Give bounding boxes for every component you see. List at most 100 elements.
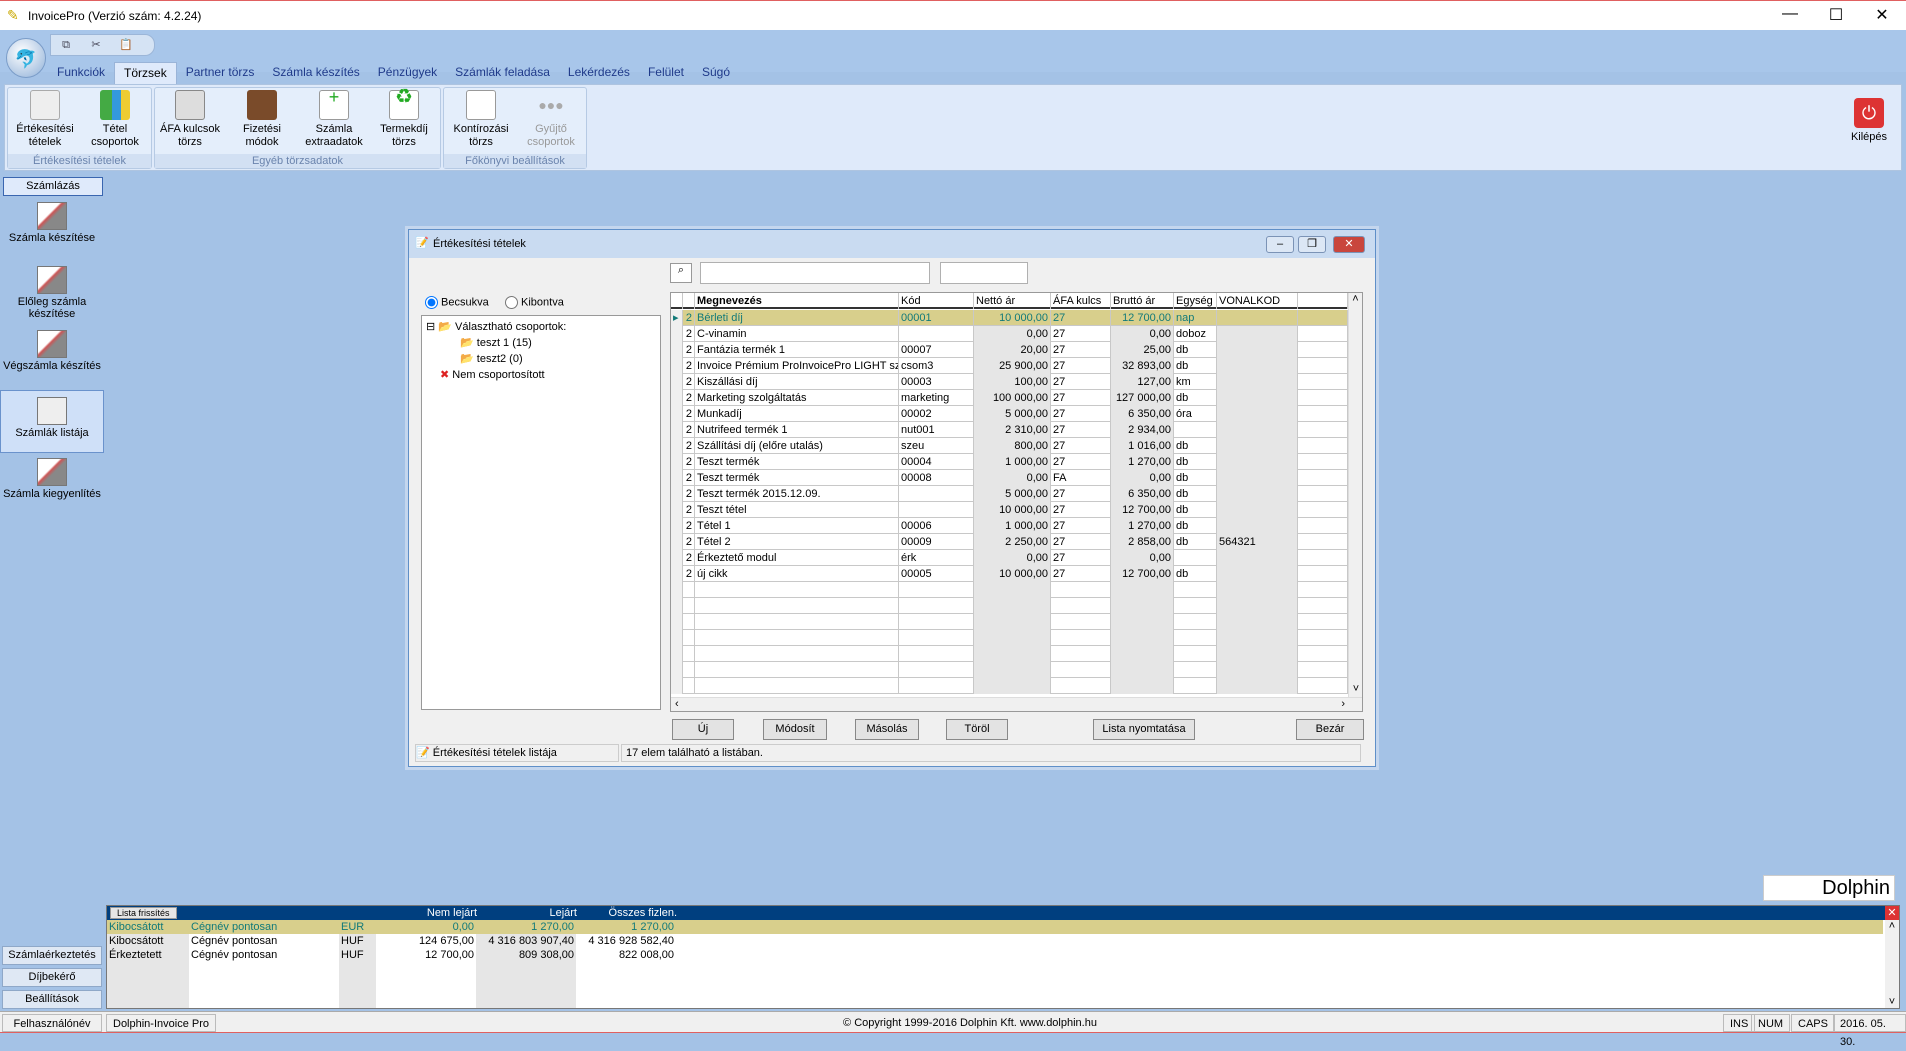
column-header[interactable]: Kód (899, 293, 974, 309)
summary-cell: 124 675,00 (418, 935, 474, 947)
vertical-scrollbar[interactable]: ˄ ˅ (1348, 293, 1362, 697)
delete-button[interactable]: Töröl (946, 719, 1008, 740)
table-cell (1217, 502, 1298, 518)
summary-row[interactable]: Kibocsátott Cégnév pontosan EUR 0,00 1 270,0… (107, 920, 1883, 934)
summary-row[interactable]: Kibocsátott Cégnév pontosan HUF 124 675,00 4… (107, 934, 1883, 948)
table-row[interactable] (671, 598, 1351, 614)
copy-icon[interactable]: ⧉ (51, 35, 81, 55)
table-row[interactable]: 2 Kiszállási díj 00003 100,00 27 127,00 km (671, 374, 1351, 390)
table-row[interactable]: 2 Tétel 1 00006 1 000,00 27 1 270,00 db (671, 518, 1351, 534)
dialog-minimize-button[interactable]: – (1266, 236, 1294, 253)
sidebar-item-szamla-kiegyenlites[interactable]: Számla kiegyenlítés (0, 458, 104, 500)
table-row[interactable]: 2 Invoice Prémium ProInvoicePro LIGHT szá… (671, 358, 1351, 374)
table-cell: 564321 (1217, 534, 1298, 550)
filter-icon[interactable]: ⌕ (670, 263, 692, 283)
column-header[interactable]: VONALKOD (1217, 293, 1298, 309)
table-row[interactable]: ▸ 2 Bérleti díj 00001 10 000,00 27 12 700,00 na… (671, 310, 1351, 326)
column-header[interactable]: Nettó ár (974, 293, 1051, 309)
copy-button[interactable]: Másolás (855, 719, 919, 740)
refresh-list-button[interactable]: Lista frissítés (110, 907, 177, 919)
paste-icon[interactable]: 📋 (111, 35, 141, 55)
summary-scrollbar[interactable]: ˄ ˅ (1885, 920, 1899, 1008)
tetel-csoportok-button[interactable]: Tétel csoportok (80, 90, 150, 149)
termekdij-torzs-button[interactable]: ♻ Termekdíj törzs (369, 87, 439, 149)
sidebar-item-szamla-keszitese[interactable]: Számla készítése (0, 202, 104, 244)
sidebar-item-vegszamla[interactable]: Végszámla készítés (0, 330, 104, 372)
modify-button[interactable]: Módosít (763, 719, 827, 740)
dialog-close-button[interactable]: ✕ (1333, 236, 1365, 253)
column-header[interactable]: Egység (1174, 293, 1217, 309)
column-header[interactable] (1298, 293, 1348, 309)
sidebar-szamlaerkeztetes[interactable]: Számlaérkeztetés (2, 946, 102, 965)
sidebar-header[interactable]: Számlázás (3, 177, 103, 196)
tree-item[interactable]: 📂 teszt2 (0) (460, 352, 523, 365)
search-input[interactable] (700, 262, 930, 284)
dialog-restore-button[interactable]: ❐ (1298, 236, 1326, 253)
sidebar-item-szamlak-listaja[interactable]: Számlák listája (0, 390, 104, 453)
radio-kibontva[interactable]: Kibontva (505, 296, 564, 309)
sidebar-item-eloleg-szamla[interactable]: Előleg számla készítése (0, 266, 104, 320)
kontirozasi-torzs-button[interactable]: Kontírozási törzs (446, 90, 516, 149)
table-row[interactable]: 2 C-vinamin 0,00 27 0,00 doboz (671, 326, 1351, 342)
summary-row[interactable]: Érkeztetett Cégnév pontosan HUF 12 700,00 80… (107, 948, 1883, 962)
close-panel-icon[interactable]: ✕ (1885, 906, 1899, 920)
szamla-extraadatok-button[interactable]: + Számla extraadatok (299, 88, 369, 149)
table-row[interactable] (671, 582, 1351, 598)
tab-funkciok[interactable]: Funkciók (48, 62, 114, 84)
fizetesi-modok-button[interactable]: Fizetési módok (227, 90, 297, 149)
table-row[interactable] (671, 646, 1351, 662)
column-header[interactable]: Bruttó ár (1111, 293, 1174, 309)
tree-item-ungrouped[interactable]: ✖ Nem csoportosított (440, 368, 545, 381)
table-row[interactable]: 2 Teszt termék 00004 1 000,00 27 1 270,00 db (671, 454, 1351, 470)
horizontal-scrollbar[interactable]: ‹ › (671, 697, 1362, 711)
cut-icon[interactable]: ✂ (81, 35, 111, 55)
close-dialog-button[interactable]: Bezár (1296, 719, 1364, 740)
new-button[interactable]: Új (672, 719, 734, 740)
tree-item[interactable]: 📂 teszt 1 (15) (460, 336, 532, 349)
gyujto-csoportok-button[interactable]: ●●● Gyűjtő csoportok (516, 90, 586, 149)
table-row[interactable]: 2 új cikk 00005 10 000,00 27 12 700,00 db (671, 566, 1351, 582)
table-row[interactable] (671, 630, 1351, 646)
tab-torzsek[interactable]: Törzsek (114, 62, 177, 84)
table-row[interactable]: 2 Fantázia termék 1 00007 20,00 27 25,00 db (671, 342, 1351, 358)
print-list-button[interactable]: Lista nyomtatása (1093, 719, 1195, 740)
tab-szamla-keszites[interactable]: Számla készítés (263, 62, 368, 84)
radio-becsukva[interactable]: Becsukva (425, 296, 489, 309)
table-row[interactable] (671, 614, 1351, 630)
tree-root[interactable]: ⊟ 📂 Választható csoportok: (426, 320, 566, 333)
afa-kulcsok-button[interactable]: ÁFA kulcsok törzs (155, 90, 225, 149)
minimize-button[interactable]: — (1770, 5, 1810, 23)
ertekesitesi-tetelek-button[interactable]: Értékesítési tételek (10, 90, 80, 149)
column-header[interactable] (671, 293, 683, 309)
column-header[interactable] (683, 293, 695, 309)
tab-partner-torzs[interactable]: Partner törzs (177, 62, 264, 84)
sidebar-beallitasok[interactable]: Beállítások (2, 990, 102, 1009)
tab-sugo[interactable]: Súgó (693, 62, 739, 84)
column-header[interactable]: Megnevezés (695, 293, 899, 309)
maximize-button[interactable]: ☐ (1816, 5, 1856, 25)
table-row[interactable]: 2 Nutrifeed termék 1 nut001 2 310,00 27 2 934… (671, 422, 1351, 438)
tab-lekerdezes[interactable]: Lekérdezés (559, 62, 639, 84)
table-cell: 25,00 (1111, 342, 1174, 358)
close-button[interactable]: ✕ (1862, 5, 1902, 25)
tab-felulet[interactable]: Felület (639, 62, 693, 84)
table-row[interactable] (671, 678, 1351, 694)
table-row[interactable]: 2 Szállítási díj (előre utalás) szeu 800,00… (671, 438, 1351, 454)
tab-szamlak-feladasa[interactable]: Számlák feladása (446, 62, 559, 84)
table-row[interactable]: 2 Érkeztető modul érk 0,00 27 0,00 (671, 550, 1351, 566)
table-cell (1217, 438, 1298, 454)
table-row[interactable]: 2 Teszt termék 2015.12.09. 5 000,00 27 6 350… (671, 486, 1351, 502)
table-row[interactable] (671, 662, 1351, 678)
table-row[interactable]: 2 Tétel 2 00009 2 250,00 27 2 858,00 db 564321 (671, 534, 1351, 550)
table-row[interactable]: 2 Marketing szolgáltatás marketing 100 000,… (671, 390, 1351, 406)
table-row[interactable]: 2 Teszt tétel 10 000,00 27 12 700,00 db (671, 502, 1351, 518)
table-row[interactable]: 2 Teszt termék 00008 0,00 FA 0,00 db (671, 470, 1351, 486)
exit-button[interactable]: ⏻ Kilépés (1844, 98, 1894, 143)
tab-penzugyek[interactable]: Pénzügyek (369, 62, 446, 84)
table-cell (1051, 598, 1111, 614)
search-input-2[interactable] (940, 262, 1028, 284)
column-header[interactable]: ÁFA kulcs (1051, 293, 1111, 309)
app-menu-button[interactable]: 🐬 (6, 38, 46, 78)
sidebar-dijbekero[interactable]: Díjbekérő (2, 968, 102, 987)
table-row[interactable]: 2 Munkadíj 00002 5 000,00 27 6 350,00 óra (671, 406, 1351, 422)
